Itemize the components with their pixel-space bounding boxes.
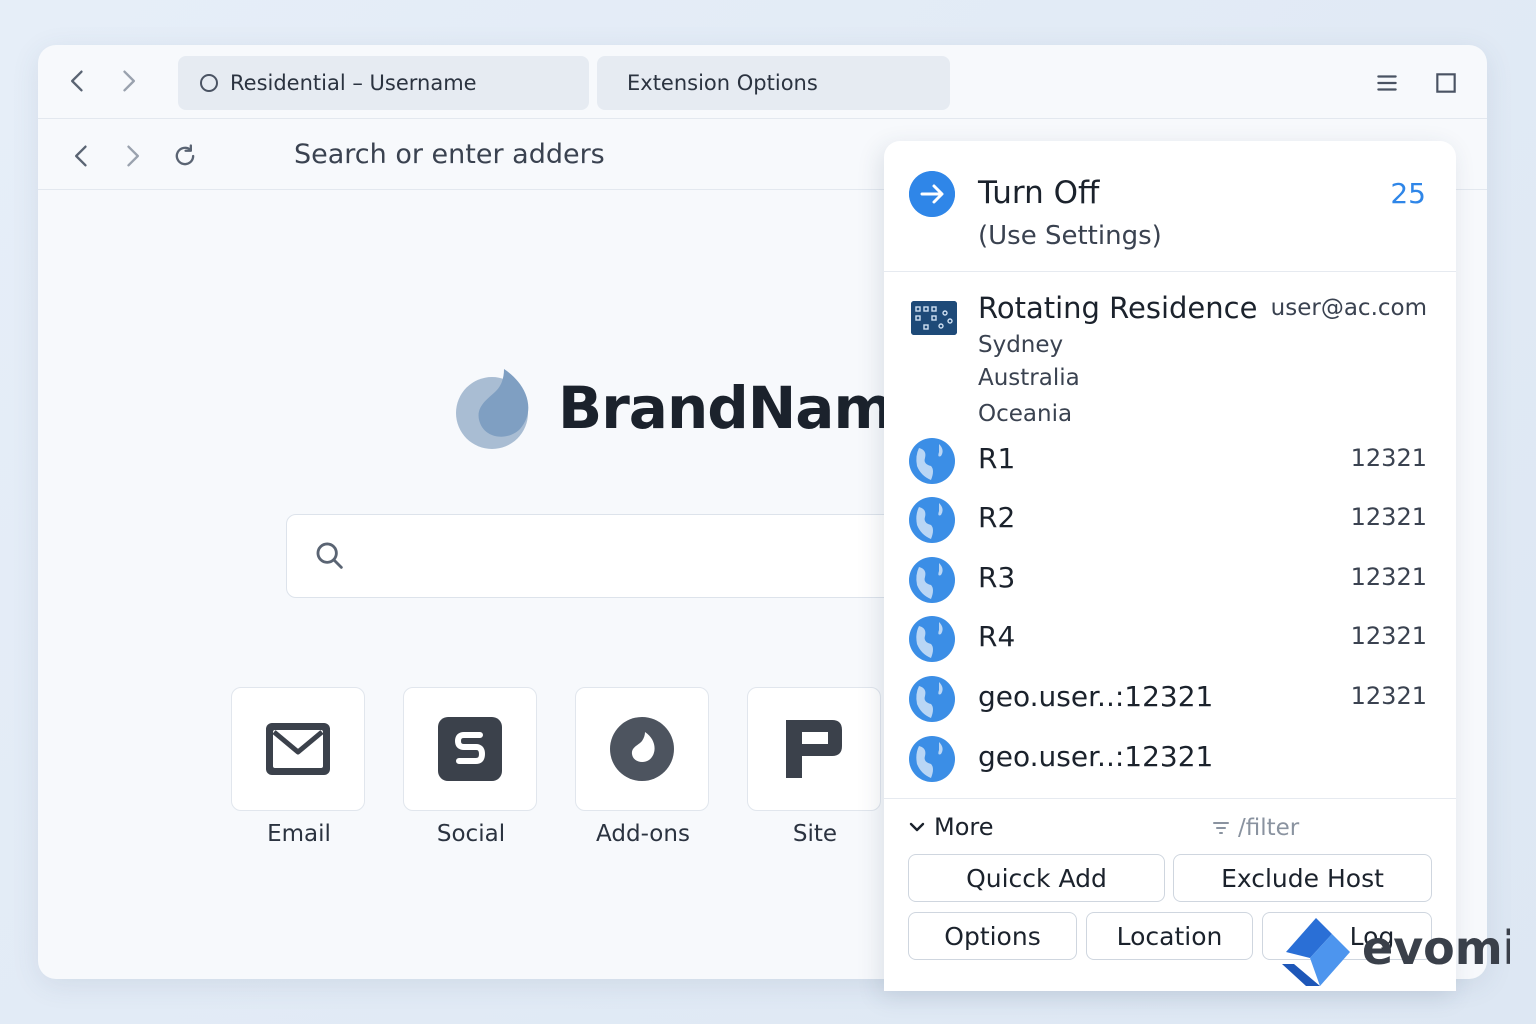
server-port: 12321 (1350, 444, 1427, 472)
brand-logo-icon (456, 369, 529, 449)
globe-icon (909, 557, 955, 603)
quick-add-button[interactable]: Quicck Add (908, 854, 1165, 902)
shortcut-label: Site (792, 821, 838, 847)
evomi-watermark-logo: evomi (1282, 918, 1510, 986)
server-name: R4 (978, 620, 1016, 653)
search-input[interactable] (286, 514, 906, 598)
exclude-host-button[interactable]: Exclude Host (1173, 854, 1432, 902)
brand: BrandName (452, 365, 932, 451)
server-row-geo-1[interactable]: geo.user..:12321 12321 (884, 672, 1456, 728)
profile-country: Australia (978, 365, 1080, 391)
more-label: More (934, 813, 994, 841)
shortcut-tile[interactable] (403, 687, 537, 811)
location-button[interactable]: Location (1086, 912, 1253, 960)
tab-label: Extension Options (627, 71, 818, 95)
arrow-right-circle-icon (909, 171, 955, 217)
profile-user: user@ac.com (1270, 295, 1427, 321)
globe-icon (909, 736, 955, 782)
server-port: 12321 (1350, 622, 1427, 650)
turn-off-row[interactable]: Turn Off (Use Settings) 25 (884, 141, 1456, 272)
social-s-icon (438, 717, 502, 781)
tab-label: Residential – Username (230, 71, 477, 95)
server-port: 12321 (1350, 563, 1427, 591)
server-name: R2 (978, 501, 1016, 534)
back-icon[interactable] (68, 142, 96, 170)
server-row-r2[interactable]: R2 12321 (884, 493, 1456, 549)
back-icon[interactable] (64, 67, 92, 95)
address-input[interactable]: Search or enter adders (294, 139, 605, 170)
brand-name: BrandName (558, 374, 932, 442)
tab-bar: Residential – Username Extension Options (38, 45, 1487, 118)
globe-icon (909, 616, 955, 662)
maximize-icon[interactable] (1433, 70, 1459, 96)
turn-off-count: 25 (1390, 177, 1426, 210)
shortcut-social[interactable]: Social (403, 687, 539, 847)
shortcut-addons[interactable]: Add-ons (575, 687, 711, 847)
site-p-icon (786, 720, 842, 778)
server-name: R1 (978, 442, 1016, 475)
globe-icon (909, 676, 955, 722)
shortcut-site[interactable]: Site (747, 687, 883, 847)
proxy-extension-popup: Turn Off (Use Settings) 25 Rotating Resi… (884, 141, 1456, 991)
server-port: 12321 (1350, 682, 1427, 710)
reload-icon[interactable] (171, 142, 199, 170)
filter-hint: /filter (1238, 815, 1300, 841)
shortcut-label: Social (436, 821, 506, 847)
tab-residential[interactable]: Residential – Username (178, 56, 589, 110)
options-button[interactable]: Options (908, 912, 1077, 960)
server-row-r3[interactable]: R3 12321 (884, 553, 1456, 609)
server-name: geo.user..:12321 (978, 680, 1214, 713)
forward-icon[interactable] (118, 142, 146, 170)
filter-input[interactable]: /filter (1212, 815, 1299, 841)
mail-icon (266, 723, 330, 775)
profile-city: Sydney (978, 332, 1064, 358)
watermark-text: evomi (1362, 921, 1510, 975)
turn-off-subtitle: (Use Settings) (978, 221, 1162, 251)
server-row-geo-2[interactable]: geo.user..:12321 (884, 732, 1456, 788)
tab-favicon-icon (200, 74, 218, 92)
profile-region: Oceania (978, 401, 1073, 427)
tab-extension-options[interactable]: Extension Options (597, 56, 950, 110)
menu-icon[interactable] (1374, 70, 1400, 96)
chevron-down-icon (909, 822, 925, 832)
popup-footer: More /filter Quicck Add Exclude Host Opt… (884, 798, 1456, 960)
more-toggle[interactable]: More (908, 813, 994, 841)
shortcut-tile[interactable] (575, 687, 709, 811)
server-name: geo.user..:12321 (978, 740, 1214, 773)
shortcut-label: Email (267, 821, 331, 847)
globe-icon (909, 497, 955, 543)
server-row-r1[interactable]: R1 12321 (884, 434, 1456, 490)
server-row-r4[interactable]: R4 12321 (884, 612, 1456, 668)
forward-icon[interactable] (114, 67, 142, 95)
server-port: 12321 (1350, 503, 1427, 531)
filter-icon (1213, 822, 1229, 834)
shortcut-tile[interactable] (747, 687, 881, 811)
circuit-board-icon (911, 301, 957, 335)
shortcut-tile[interactable] (231, 687, 365, 811)
search-icon (316, 542, 343, 569)
addons-icon (610, 717, 674, 781)
profile-name[interactable]: Rotating Residence (978, 291, 1257, 325)
turn-off-title: Turn Off (978, 175, 1100, 211)
globe-icon (909, 438, 955, 484)
shortcut-label: Add-ons (596, 821, 690, 847)
server-name: R3 (978, 561, 1016, 594)
shortcut-email[interactable]: Email (231, 687, 367, 847)
